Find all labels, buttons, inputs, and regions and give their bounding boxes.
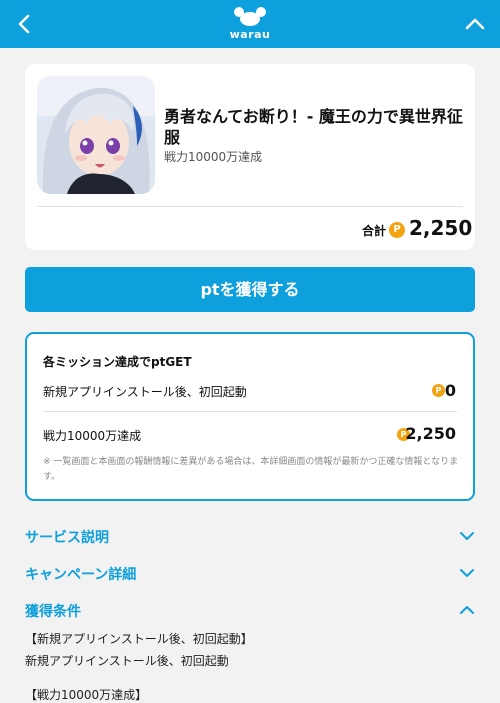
logo-text: warau — [229, 28, 271, 41]
mission-label: 戦力10000万達成 — [43, 429, 142, 443]
divider — [43, 411, 457, 412]
accordion-campaign[interactable]: キャンペーン詳細 — [25, 561, 475, 585]
collapse-header-button[interactable] — [460, 9, 490, 39]
accordion-label: キャンペーン詳細 — [25, 567, 137, 583]
get-points-button[interactable]: ptを獲得する — [25, 267, 475, 312]
chevron-down-icon — [460, 532, 474, 540]
chevron-up-icon — [460, 606, 474, 614]
mission-points: 0 — [444, 381, 456, 400]
offer-subtitle: 戦力10000万達成 — [164, 150, 263, 164]
condition-line: 【新規アプリインストール後、初回起動】 — [25, 632, 253, 646]
chevron-up-icon — [465, 18, 485, 30]
chevron-left-icon — [18, 14, 30, 34]
condition-line: 新規アプリインストール後、初回起動 — [25, 654, 229, 668]
condition-line: 【戦力10000万達成】 — [25, 688, 148, 702]
point-coin-icon: P — [389, 222, 405, 238]
logo-mark-icon — [234, 7, 266, 26]
accordion-label: 獲得条件 — [25, 604, 81, 620]
total-label: 合計 — [362, 224, 387, 238]
mission-box: 各ミッション達成でptGET 新規アプリインストール後、初回起動 P 0 戦力1… — [25, 332, 475, 501]
app-header: warau — [0, 0, 500, 48]
character-illustration-icon — [37, 76, 155, 194]
warau-logo[interactable]: warau — [228, 6, 272, 42]
accordion-service[interactable]: サービス説明 — [25, 524, 475, 548]
chevron-down-icon — [460, 569, 474, 577]
app-thumbnail[interactable] — [37, 76, 155, 194]
point-coin-icon: P — [432, 384, 445, 397]
total-points: 2,250 — [409, 216, 473, 240]
accordion-label: サービス説明 — [25, 530, 109, 546]
divider — [37, 206, 463, 207]
accordion-conditions[interactable]: 獲得条件 — [25, 598, 475, 622]
offer-title: 勇者なんてお断り！- 魔王の力で異世界征服 — [164, 107, 463, 147]
mission-heading: 各ミッション達成でptGET — [43, 355, 192, 369]
back-button[interactable] — [10, 9, 40, 39]
mission-points: 2,250 — [405, 424, 456, 443]
mission-note: ※ 一覧画面と本画面の報酬情報に差異がある場合は、本詳細画面の情報が最新かつ正確… — [43, 457, 459, 482]
mission-label: 新規アプリインストール後、初回起動 — [43, 385, 247, 399]
offer-card: 勇者なんてお断り！- 魔王の力で異世界征服 戦力10000万達成 合計 P 2,… — [25, 64, 475, 250]
